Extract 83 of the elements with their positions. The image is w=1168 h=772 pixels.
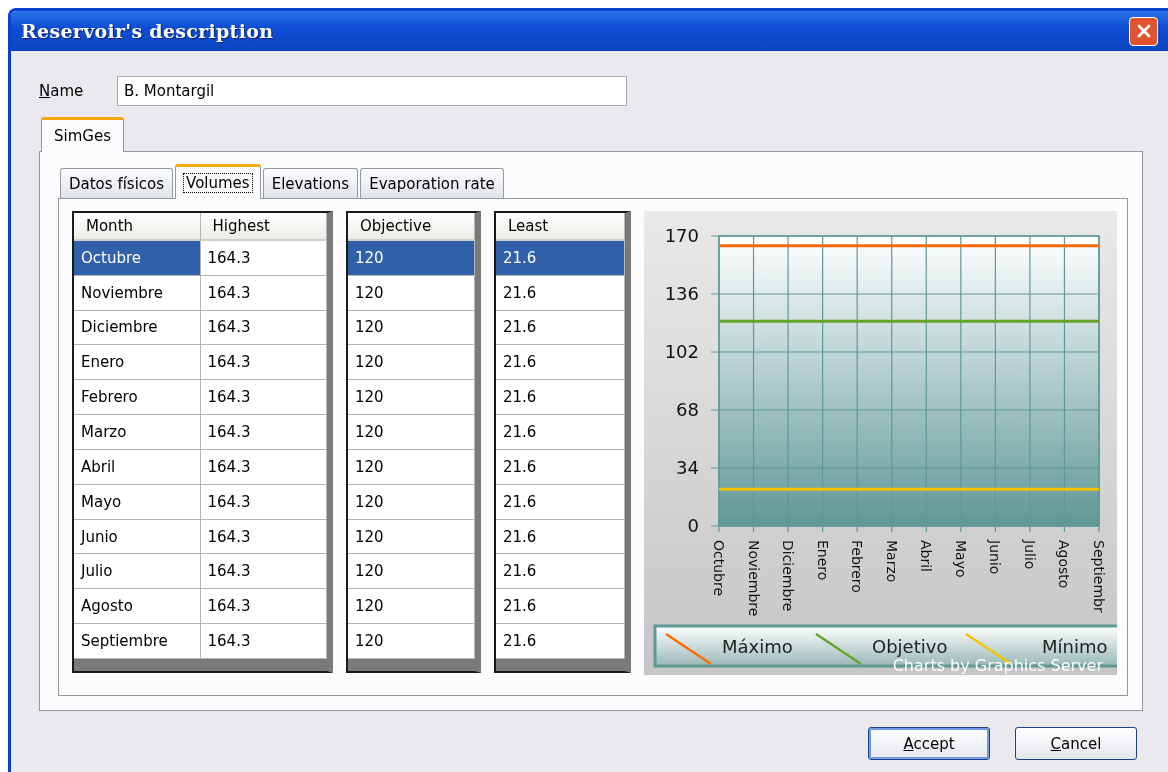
table-cell[interactable]: 120 (348, 484, 475, 520)
table-cell[interactable]: 164.3 (200, 345, 327, 381)
table-cell[interactable]: 21.6 (496, 484, 625, 520)
close-icon (1135, 23, 1152, 39)
table-cell[interactable]: 120 (348, 345, 475, 381)
axis-tick-label: Septiembr (1091, 540, 1107, 613)
table-cell[interactable]: 21.6 (496, 415, 625, 450)
legend-line-icon (815, 632, 862, 666)
table-cell[interactable]: 21.6 (496, 310, 625, 346)
table-cell[interactable]: 21.6 (496, 380, 625, 416)
axis-tick-label: Noviembre (745, 540, 762, 617)
table-cell[interactable]: 164.3 (200, 240, 327, 276)
table-cell[interactable]: 164.3 (200, 519, 327, 555)
axis-tick-label: 102 (664, 341, 699, 362)
accept-button[interactable]: Accept (868, 727, 990, 760)
table-cell[interactable]: Mayo (74, 484, 201, 520)
close-button[interactable] (1129, 16, 1158, 46)
legend-label: Máximo (722, 636, 793, 657)
axis-tick-label: Enero (814, 540, 831, 581)
axis-tick-label: Febrero (849, 540, 866, 593)
table-cell[interactable]: Agosto (74, 589, 201, 625)
tab[interactable]: Volumes (175, 164, 261, 199)
axis-tick-label: Mayo (952, 540, 969, 578)
table-cell[interactable]: 164.3 (200, 554, 327, 590)
column-header: Highest (200, 213, 327, 241)
axis-tick-label: Julio (1021, 540, 1038, 570)
table-cell[interactable]: Noviembre (74, 275, 201, 311)
table-cell[interactable]: 21.6 (496, 345, 625, 381)
column-header: Least (496, 213, 625, 241)
axis-tick-label: Junio (987, 540, 1004, 575)
table-cell[interactable]: 164.3 (200, 589, 327, 625)
table-cell[interactable]: 120 (348, 275, 475, 311)
table-cell[interactable]: 21.6 (496, 554, 625, 590)
table-cell[interactable]: Julio (74, 554, 201, 590)
tab[interactable]: Elevations (262, 168, 359, 198)
table-cell[interactable]: Febrero (74, 380, 201, 416)
table-cell[interactable]: Enero (74, 345, 201, 381)
table-cell[interactable]: Abril (74, 449, 201, 485)
table-cell[interactable]: 164.3 (200, 484, 327, 520)
legend-label: Mínimo (1042, 636, 1108, 657)
table-cell[interactable]: 164.3 (200, 380, 327, 416)
axis-tick-label: 170 (664, 225, 699, 246)
tab[interactable]: SimGes (41, 117, 124, 152)
table-cell[interactable]: Marzo (74, 415, 201, 450)
table-cell[interactable]: 21.6 (496, 589, 625, 625)
table-cell[interactable]: 120 (348, 589, 475, 625)
axis-tick-label: Abril (918, 540, 935, 572)
table-cell[interactable]: 120 (348, 380, 475, 416)
column-header: Month (74, 213, 201, 241)
axis-tick-label: Octubre (711, 540, 727, 597)
table-cell[interactable]: 120 (348, 554, 475, 590)
axis-tick-label: Agosto (1056, 540, 1073, 589)
cancel-button[interactable]: Cancel (1015, 727, 1137, 760)
table-cell[interactable]: 164.3 (200, 275, 327, 311)
table-cell[interactable]: 120 (348, 240, 475, 276)
column-header: Objective (348, 213, 475, 241)
table-cell[interactable]: 120 (348, 519, 475, 555)
axis-tick-label: 34 (676, 457, 699, 478)
table-cell[interactable]: Junio (74, 519, 201, 555)
table-cell[interactable]: 120 (348, 415, 475, 450)
table-cell[interactable]: 164.3 (200, 449, 327, 485)
table-cell[interactable]: 21.6 (496, 240, 625, 276)
axis-tick-label: 0 (687, 515, 699, 536)
axis-tick-label: 136 (664, 283, 699, 304)
axis-tick-label: Diciembre (780, 540, 797, 612)
table-cell[interactable]: 164.3 (200, 415, 327, 450)
legend-line-icon (665, 632, 712, 666)
axis-tick-label: 68 (676, 399, 699, 420)
name-field[interactable]: B. Montargil (117, 76, 627, 106)
table-cell[interactable]: 21.6 (496, 449, 625, 485)
axis-tick-label: Marzo (883, 540, 900, 583)
tab[interactable]: Evaporation rate (360, 168, 504, 198)
name-label: Name (39, 82, 85, 100)
tab[interactable]: Datos físicos (60, 168, 174, 198)
legend-label: Objetivo (872, 636, 948, 657)
table-cell[interactable]: 120 (348, 449, 475, 485)
table-cell[interactable]: 21.6 (496, 275, 625, 311)
table-cell[interactable]: 21.6 (496, 519, 625, 555)
table-cell[interactable]: 164.3 (200, 310, 327, 346)
table-cell[interactable]: Octubre (74, 240, 201, 276)
window-title: Reservoir's description (21, 20, 275, 42)
table-cell[interactable]: 120 (348, 310, 475, 346)
table-cell[interactable]: Diciembre (74, 310, 201, 346)
